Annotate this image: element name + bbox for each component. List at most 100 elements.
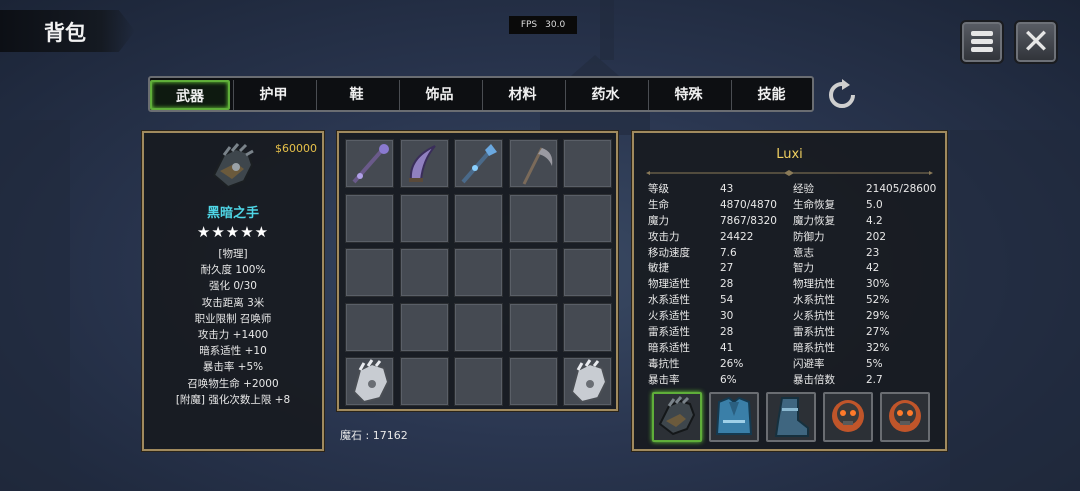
tab-potions[interactable]: 药水 — [565, 80, 645, 110]
stat-value: 28 — [720, 326, 734, 339]
inventory-slot[interactable] — [345, 193, 394, 243]
tower-silhouette — [600, 0, 614, 60]
item-stat-list: [物理] 耐久度 100% 强化 0/30 攻击距离 3米 职业限制 召唤师 攻… — [144, 246, 322, 408]
stat-label: 火系抗性 — [793, 310, 835, 323]
tab-materials[interactable]: 材料 — [482, 80, 562, 110]
inventory-slot[interactable] — [563, 193, 612, 243]
stat-value: 41 — [720, 341, 734, 354]
stat-value: 4870/4870 — [720, 198, 777, 211]
stat-label: 暴击倍数 — [793, 373, 835, 386]
stat-label: 等级 — [648, 183, 669, 195]
fps-value: 30.0 — [545, 20, 566, 30]
item-stat-line: 暗系适性 +10 — [199, 345, 267, 358]
close-button[interactable]: ✕ — [1014, 20, 1058, 64]
inventory-slot[interactable] — [508, 302, 558, 352]
equip-slot-accessory-1[interactable] — [823, 392, 873, 442]
stat-value: 42 — [866, 262, 880, 275]
inventory-slot[interactable] — [399, 193, 449, 243]
inventory-slot[interactable] — [454, 357, 503, 406]
stat-row: 毒抗性 26% 闪避率 5% — [648, 357, 938, 373]
tab-skills[interactable]: 技能 — [731, 80, 811, 110]
stat-value: 32% — [866, 341, 890, 354]
stat-label: 智力 — [793, 262, 814, 275]
tab-armor[interactable]: 护甲 — [233, 80, 313, 110]
inventory-slot[interactable] — [345, 139, 394, 188]
refresh-icon — [829, 79, 855, 108]
inventory-slot[interactable] — [399, 248, 449, 297]
stat-row: 水系适性 54 水系抗性 52% — [648, 293, 938, 309]
stat-value: 26% — [720, 357, 744, 370]
inventory-panel — [337, 131, 618, 411]
inventory-slot[interactable] — [563, 139, 612, 188]
skull-amulet-icon — [832, 400, 864, 432]
tab-shoes[interactable]: 鞋 — [316, 80, 396, 110]
stat-label: 暗系抗性 — [793, 341, 835, 354]
tab-weapons[interactable]: 武器 — [150, 80, 230, 110]
item-stat-line: 攻击力 +1400 — [197, 328, 269, 341]
tab-accessories[interactable]: 饰品 — [399, 80, 479, 110]
inventory-slot[interactable] — [508, 248, 558, 297]
inventory-slot[interactable] — [454, 139, 503, 188]
stat-row: 攻击力 24422 防御力 202 — [648, 230, 938, 246]
equip-slot-boots[interactable] — [766, 392, 816, 442]
stat-label: 水系抗性 — [793, 294, 835, 307]
inventory-slot[interactable] — [345, 357, 394, 406]
inventory-slot[interactable] — [454, 302, 503, 352]
inventory-slot[interactable] — [399, 302, 449, 352]
item-stat-line: [附魔] 强化次数上限 +8 — [175, 393, 291, 406]
stat-value: 5.0 — [866, 198, 883, 211]
gauntlet-icon — [352, 359, 390, 404]
stat-row: 暴击率 6% 暴击倍数 2.7 — [648, 373, 938, 389]
wall-silhouette-left — [0, 120, 70, 491]
item-detail-panel: $60000 黑暗之手 ★★★★★ [物理] 耐久度 100% 强化 0/30 … — [142, 131, 324, 451]
stat-value: 28 — [720, 278, 734, 291]
equip-slot-armor[interactable] — [709, 392, 759, 442]
close-x-icon: ✕ — [1021, 22, 1051, 62]
dark-gauntlet-icon — [658, 396, 696, 436]
fps-counter: FPS 30.0 — [509, 16, 577, 34]
character-stats-panel: Luxi 等级 43 经验 21405/28600 生命 4870/4870 生命恢复 5.0… — [632, 131, 947, 451]
stat-value: 27% — [866, 326, 890, 339]
refresh-button[interactable] — [826, 79, 858, 111]
inventory-slot[interactable] — [399, 357, 449, 406]
inventory-slot[interactable] — [508, 139, 558, 188]
stat-row: 火系适性 30 火系抗性 29% — [648, 309, 938, 325]
stat-row: 生命 4870/4870 生命恢复 5.0 — [648, 198, 938, 214]
stat-row: 魔力 7867/8320 魔力恢复 4.2 — [648, 214, 938, 230]
fps-label: FPS — [520, 20, 538, 30]
item-stat-line: 攻击距离 3米 — [201, 296, 265, 309]
stat-row: 雷系适性 28 雷系抗性 27% — [648, 325, 938, 341]
stat-value: 27 — [720, 262, 734, 275]
inventory-slot[interactable] — [508, 357, 558, 406]
character-stats-table: 等级 43 经验 21405/28600 生命 4870/4870 生命恢复 5.0 魔力 786… — [648, 182, 938, 389]
menu-button[interactable] — [960, 20, 1004, 64]
inventory-slot[interactable] — [563, 248, 612, 297]
inventory-slot[interactable] — [454, 193, 503, 243]
equip-slot-accessory-2[interactable] — [880, 392, 930, 442]
stat-value: 23 — [866, 246, 880, 259]
stat-value: 54 — [720, 294, 734, 307]
inventory-slot[interactable] — [508, 193, 558, 243]
stat-label: 魔力 — [648, 214, 669, 227]
inventory-slot[interactable] — [345, 302, 394, 352]
tab-special[interactable]: 特殊 — [648, 80, 728, 110]
equip-slot-weapon[interactable] — [652, 392, 702, 442]
inventory-slot[interactable] — [454, 248, 503, 297]
stat-value: 5% — [866, 357, 883, 370]
item-stat-line: 耐久度 100% — [200, 264, 266, 277]
item-stat-line: 召唤物生命 +2000 — [187, 377, 279, 390]
crystal-spear-icon — [461, 144, 497, 184]
skull-amulet-icon — [889, 400, 921, 432]
inventory-slot[interactable] — [563, 302, 612, 352]
character-name: Luxi — [776, 147, 803, 162]
blue-armor-icon — [715, 396, 753, 435]
stat-value: 7.6 — [720, 246, 737, 259]
stat-label: 意志 — [793, 246, 814, 259]
inventory-slot[interactable] — [345, 248, 394, 297]
scythe-icon — [522, 147, 552, 185]
stat-label: 物理抗性 — [793, 278, 835, 291]
inventory-slot[interactable] — [563, 357, 612, 406]
stat-label: 雷系抗性 — [793, 326, 835, 339]
stat-row: 暗系适性 41 暗系抗性 32% — [648, 341, 938, 357]
inventory-slot[interactable] — [399, 139, 449, 188]
